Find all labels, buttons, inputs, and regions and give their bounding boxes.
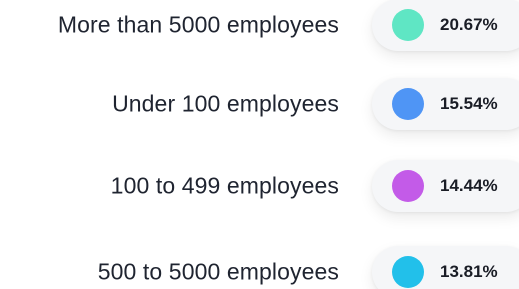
percent-pill: 13.81% — [372, 246, 519, 289]
legend-row-500-to-5000: 500 to 5000 employees 13.81% — [0, 242, 519, 289]
legend-label: Under 100 employees — [112, 90, 339, 117]
percent-pill: 14.44% — [372, 160, 519, 212]
percent-value: 13.81% — [440, 262, 498, 281]
percent-pill: 20.67% — [372, 0, 519, 51]
percent-pill: 15.54% — [372, 78, 519, 130]
legend-label: 100 to 499 employees — [110, 172, 339, 199]
legend-row-more-than-5000: More than 5000 employees 20.67% — [0, 0, 519, 55]
legend-label: More than 5000 employees — [57, 11, 339, 38]
color-dot-icon — [392, 170, 424, 202]
percent-value: 15.54% — [440, 94, 498, 113]
legend-row-under-100: Under 100 employees 15.54% — [0, 74, 519, 134]
company-size-legend: More than 5000 employees 20.67% Under 10… — [0, 0, 519, 289]
percent-value: 20.67% — [440, 15, 498, 34]
percent-value: 14.44% — [440, 176, 498, 195]
legend-label: 500 to 5000 employees — [97, 258, 339, 285]
legend-row-100-to-499: 100 to 499 employees 14.44% — [0, 156, 519, 216]
color-dot-icon — [392, 256, 424, 288]
color-dot-icon — [392, 9, 424, 41]
color-dot-icon — [392, 88, 424, 120]
